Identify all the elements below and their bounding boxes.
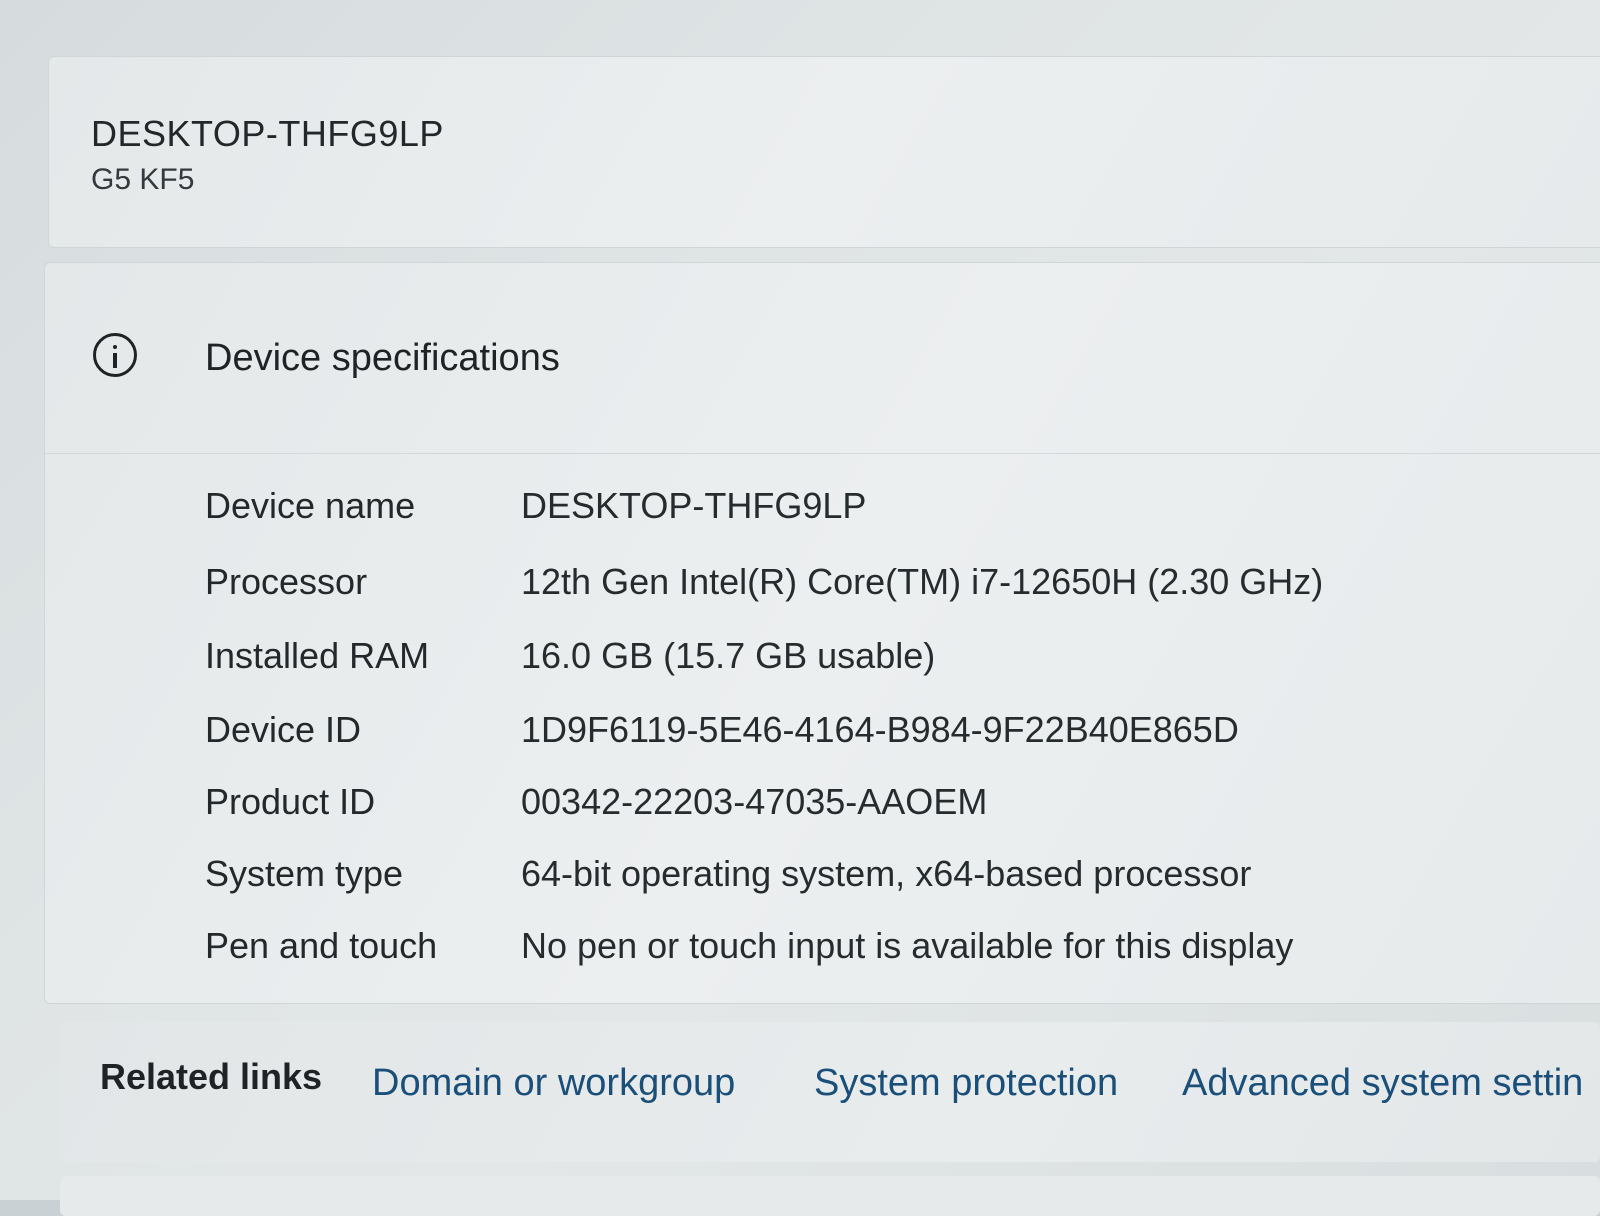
spec-label: System type	[205, 853, 404, 894]
device-specifications-header[interactable]: Device specifications	[45, 263, 1600, 454]
spec-row-processor: Processor 12th Gen Intel(R) Core(TM) i7-…	[205, 561, 1565, 617]
settings-about-page: DESKTOP-THFG9LP G5 KF5 Device specificat…	[0, 0, 1600, 1216]
spec-label: Installed RAM	[205, 635, 430, 676]
advanced-system-settings-link[interactable]: Advanced system settin	[1182, 1062, 1583, 1105]
device-name-heading: DESKTOP-THFG9LP	[91, 113, 444, 154]
spec-row-installed-ram: Installed RAM 16.0 GB (15.7 GB usable)	[205, 635, 1565, 691]
spec-label: Product ID	[205, 781, 376, 822]
spec-value[interactable]: 64-bit operating system, x64-based proce…	[521, 853, 1251, 895]
device-specifications-card: Device specifications Device name DESKTO…	[44, 262, 1600, 1004]
device-summary-card: DESKTOP-THFG9LP G5 KF5	[48, 56, 1600, 248]
device-model-label: G5 KF5	[91, 163, 195, 196]
spec-value[interactable]: No pen or touch input is available for t…	[521, 925, 1293, 967]
spec-value[interactable]: 00342-22203-47035-AAOEM	[521, 781, 987, 823]
spec-row-pen-and-touch: Pen and touch No pen or touch input is a…	[205, 925, 1565, 981]
spec-value[interactable]: DESKTOP-THFG9LP	[521, 485, 866, 527]
spec-value[interactable]: 1D9F6119-5E46-4164-B984-9F22B40E865D	[521, 709, 1239, 751]
spec-label: Device name	[205, 485, 416, 526]
spec-label: Device ID	[205, 709, 362, 750]
spec-value[interactable]: 12th Gen Intel(R) Core(TM) i7-12650H (2.…	[521, 561, 1323, 603]
spec-row-device-name: Device name DESKTOP-THFG9LP	[205, 485, 1565, 541]
spec-row-device-id: Device ID 1D9F6119-5E46-4164-B984-9F22B4…	[205, 709, 1565, 765]
spec-label: Processor	[205, 561, 368, 602]
related-links-bar: Related links Domain or workgroup System…	[60, 1022, 1600, 1162]
info-icon	[93, 333, 137, 377]
spec-label: Pen and touch	[205, 925, 438, 966]
spec-row-system-type: System type 64-bit operating system, x64…	[205, 853, 1565, 909]
device-specifications-title: Device specifications	[205, 337, 560, 379]
spec-row-product-id: Product ID 00342-22203-47035-AAOEM	[205, 781, 1565, 837]
spec-value[interactable]: 16.0 GB (15.7 GB usable)	[521, 635, 935, 677]
domain-or-workgroup-link[interactable]: Domain or workgroup	[372, 1062, 735, 1105]
next-card-edge	[60, 1176, 1600, 1216]
related-links-title: Related links	[100, 1056, 323, 1097]
system-protection-link[interactable]: System protection	[814, 1062, 1118, 1105]
